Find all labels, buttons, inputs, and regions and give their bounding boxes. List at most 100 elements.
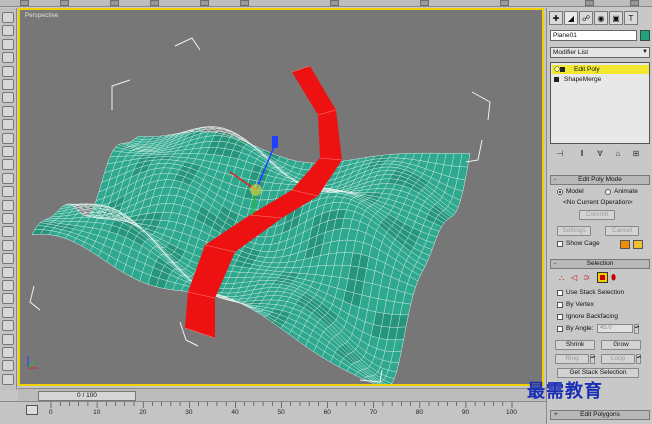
left-toolbar-button[interactable]	[2, 253, 14, 265]
left-toolbar-button[interactable]	[2, 333, 14, 345]
subobject-level-icons: ∴ ◁ ⊃ ⬮	[559, 272, 649, 284]
show-end-result-icon[interactable]: ‖	[576, 147, 588, 159]
configure-sets-icon[interactable]: ⊞	[630, 147, 642, 159]
hierarchy-tab-icon[interactable]: ☍	[579, 11, 593, 25]
left-toolbar-button[interactable]	[2, 159, 14, 171]
command-panel-tabs: ✚ ◢ ☍ ◉ ▣ T	[549, 11, 651, 25]
left-toolbar-button[interactable]	[2, 12, 14, 23]
toolbar-button[interactable]	[500, 0, 509, 6]
left-toolbar-button[interactable]	[2, 373, 14, 385]
vertex-icon[interactable]: ∴	[559, 274, 564, 283]
left-toolbar-button[interactable]	[2, 105, 14, 117]
viewport-label[interactable]: Perspective	[25, 13, 59, 19]
grow-button[interactable]: Grow	[601, 340, 641, 350]
angle-input[interactable]: 45.0	[597, 324, 633, 333]
left-toolbar-button[interactable]	[2, 266, 14, 278]
ignore-backfacing-checkbox[interactable]	[557, 314, 563, 320]
toolbar-button[interactable]	[585, 0, 594, 6]
model-label: Model	[566, 188, 584, 195]
ring-button[interactable]: Ring	[555, 354, 589, 364]
toolbar-button[interactable]	[20, 0, 29, 6]
ring-spinner[interactable]: ▴▾	[590, 354, 595, 364]
gizmo-z-handle	[272, 136, 278, 148]
toolbar-button[interactable]	[60, 0, 69, 6]
display-tab-icon[interactable]: ▣	[609, 11, 623, 25]
object-name-field[interactable]: Plane01	[550, 30, 637, 41]
left-toolbar-button[interactable]	[2, 79, 14, 90]
show-cage-checkbox[interactable]	[557, 241, 563, 247]
cage-selected-color-swatch[interactable]	[633, 240, 643, 249]
left-toolbar-button[interactable]	[2, 320, 14, 332]
by-angle-checkbox[interactable]	[557, 326, 563, 332]
stack-item-shapemerge[interactable]: ShapeMerge	[552, 75, 649, 84]
angle-spinner[interactable]: ▴▾	[634, 324, 639, 334]
toolbar-button[interactable]	[110, 0, 119, 6]
toolbar-button[interactable]	[630, 0, 639, 6]
element-icon[interactable]: ⬮	[611, 273, 616, 283]
edit-poly-mode-rollout[interactable]: - Edit Poly Mode	[550, 175, 650, 185]
toolbar-button[interactable]	[240, 0, 249, 6]
remove-modifier-icon[interactable]: ⌂	[612, 147, 624, 159]
object-color-swatch[interactable]	[640, 30, 650, 41]
left-toolbar-button[interactable]	[2, 172, 14, 184]
loop-button[interactable]: Loop	[601, 354, 635, 364]
selection-rollout[interactable]: - Selection	[550, 259, 650, 269]
left-toolbar-button[interactable]	[2, 25, 14, 37]
cancel-button[interactable]: Cancel	[605, 226, 639, 236]
modifier-list-dropdown[interactable]: Modifier List ▼	[550, 47, 650, 58]
left-toolbar-button[interactable]	[2, 306, 14, 318]
collapse-icon: -	[554, 260, 557, 267]
left-toolbar-button[interactable]	[2, 293, 14, 305]
left-toolbar-button[interactable]	[2, 65, 14, 77]
settings-button[interactable]: Settings	[557, 226, 591, 236]
left-toolbar-button[interactable]	[2, 347, 14, 358]
animate-radio[interactable]	[605, 189, 611, 195]
modifier-stack: Edit Poly ShapeMerge	[550, 62, 650, 144]
edit-polygons-rollout[interactable]: + Edit Polygons	[550, 410, 650, 420]
left-toolbar-button[interactable]	[2, 146, 14, 157]
perspective-viewport[interactable]: Perspective	[18, 8, 544, 386]
toolbar-button[interactable]	[150, 0, 159, 6]
left-toolbar-button[interactable]	[2, 119, 14, 131]
edge-icon[interactable]: ◁	[571, 273, 577, 282]
shrink-button[interactable]: Shrink	[555, 340, 595, 350]
make-unique-icon[interactable]: ∀	[594, 147, 606, 159]
cage-color-swatch[interactable]	[620, 240, 630, 249]
create-tab-icon[interactable]: ✚	[549, 11, 563, 25]
left-toolbar-button[interactable]	[2, 360, 14, 372]
axis-y	[27, 361, 35, 369]
use-stack-selection-checkbox[interactable]	[557, 290, 563, 296]
border-icon[interactable]: ⊃	[583, 273, 590, 282]
left-toolbar-button[interactable]	[2, 38, 14, 50]
utilities-tab-icon[interactable]: T	[624, 11, 638, 25]
left-toolbar-button[interactable]	[2, 92, 14, 104]
left-toolbar-button[interactable]	[2, 52, 14, 64]
commit-button[interactable]: Commit	[579, 210, 615, 220]
left-toolbar-button[interactable]	[2, 199, 14, 211]
by-vertex-checkbox[interactable]	[557, 302, 563, 308]
stack-item-edit-poly[interactable]: Edit Poly	[552, 65, 649, 74]
bounding-box-corner	[174, 37, 201, 51]
toolbar-button[interactable]	[330, 0, 339, 6]
modify-tab-icon[interactable]: ◢	[564, 11, 578, 25]
toolbar-button[interactable]	[200, 0, 209, 6]
timeline-tick-label: 90	[461, 409, 470, 416]
pin-stack-icon[interactable]: ⊣	[554, 147, 566, 159]
left-toolbar-button[interactable]	[2, 132, 14, 144]
left-toolbar-button[interactable]	[2, 226, 14, 238]
polygon-icon[interactable]	[597, 272, 608, 283]
loop-spinner[interactable]: ▴▾	[636, 354, 641, 364]
left-toolbar-button[interactable]	[2, 186, 14, 198]
left-toolbar-button[interactable]	[2, 213, 14, 224]
time-slider[interactable]: 0 / 100	[38, 391, 136, 401]
model-radio[interactable]	[557, 189, 563, 195]
left-toolbar-button[interactable]	[2, 280, 14, 291]
timeline-tick-label: 10	[93, 409, 101, 416]
rollout-title: Edit Poly Mode	[578, 176, 622, 183]
motion-tab-icon[interactable]: ◉	[594, 11, 608, 25]
left-toolbar-button[interactable]	[2, 239, 14, 251]
rollout-title: Edit Polygons	[580, 411, 620, 418]
toolbar-button[interactable]	[420, 0, 429, 6]
track-bar[interactable]: 0 10 20 30 40 50 60 70 80 90 100	[0, 401, 546, 424]
terrain-mesh	[31, 126, 471, 384]
